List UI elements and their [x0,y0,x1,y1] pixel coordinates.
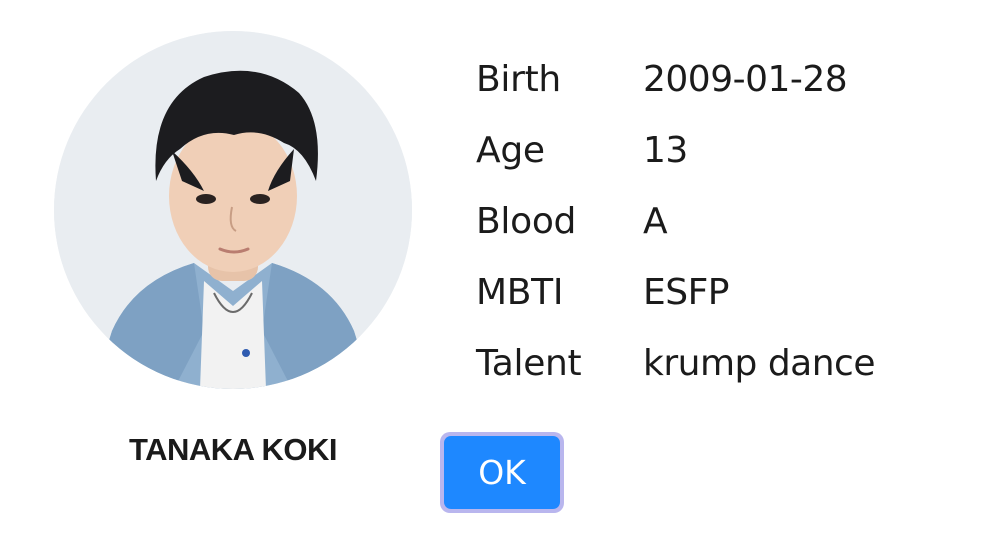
info-value: ESFP [643,272,730,313]
info-row-birth: Birth 2009-01-28 [476,44,875,115]
info-row-talent: Talent krump dance [476,328,876,399]
info-label: Blood [476,201,577,242]
info-label: MBTI [476,272,564,313]
info-row-mbti: MBTI ESFP [476,257,875,328]
ok-button-focus-ring: OK [440,432,564,513]
profile-card: TANAKA KOKI Birth 2009-01-28 Age 13 Bloo… [0,0,1000,538]
info-label: Talent [476,343,582,384]
profile-info-list: Birth 2009-01-28 Age 13 Blood A MBTI ESF… [476,44,876,399]
info-value: A [643,201,668,242]
info-value: krump dance [643,343,876,384]
info-row-blood: Blood A [476,186,875,257]
info-label: Birth [476,59,561,100]
info-value: 2009-01-28 [643,59,848,100]
person-portrait-icon [54,31,412,389]
info-value: 13 [643,130,688,171]
info-label: Age [476,130,545,171]
profile-name: TANAKA KOKI [128,432,338,467]
ok-button[interactable]: OK [444,436,560,509]
profile-photo [54,31,412,389]
info-row-age: Age 13 [476,115,875,186]
